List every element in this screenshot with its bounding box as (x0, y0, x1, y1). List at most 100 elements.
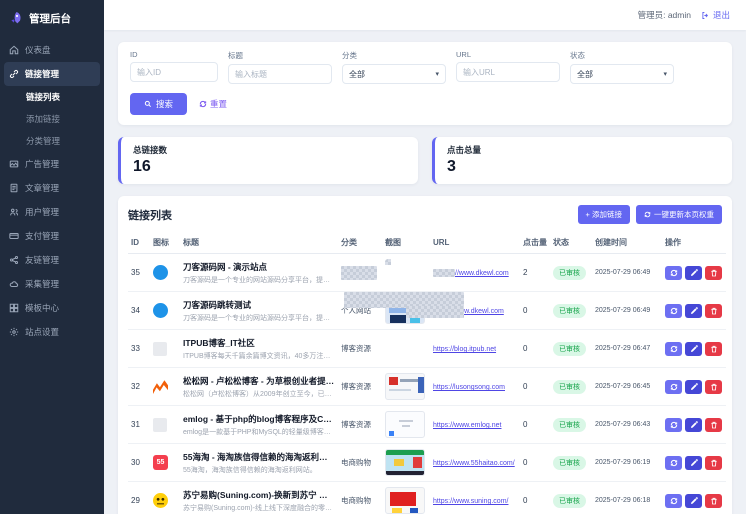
refresh-icon (670, 421, 678, 429)
trash-icon (710, 269, 718, 277)
edit-pencil-icon (690, 497, 698, 505)
link-icon (9, 69, 19, 79)
link-title: ITPUB博客_IT社区 (183, 337, 335, 349)
link-title: 55海淘 - 海淘族信得信赖的海淘返利网站 (183, 451, 335, 463)
sidebar-item-label: 采集管理 (25, 278, 59, 290)
sidebar-subitem-添加链接[interactable]: 添加链接 (0, 108, 104, 130)
column-header: 截图 (382, 232, 430, 254)
url-filter-input[interactable] (456, 62, 560, 82)
search-button[interactable]: 搜索 (130, 93, 187, 115)
template-icon (9, 303, 19, 313)
refresh-row-button[interactable] (665, 380, 682, 394)
cell-clicks: 2 (520, 254, 550, 292)
delete-row-button[interactable] (705, 380, 722, 394)
link-screenshot-thumbnail (385, 259, 425, 286)
edit-pencil-icon (690, 459, 698, 467)
ad-icon (9, 159, 19, 169)
cell-id: 30 (128, 444, 150, 482)
sidebar-subitem-链接列表[interactable]: 链接列表 (0, 86, 104, 108)
title-filter-input[interactable] (228, 64, 332, 84)
collect-icon (9, 279, 19, 289)
logout-button[interactable]: 退出 (701, 9, 730, 21)
link-url[interactable]: https://blog.itpub.net (433, 346, 496, 353)
sidebar-item-采集管理[interactable]: 采集管理 (0, 272, 104, 296)
delete-row-button[interactable] (705, 304, 722, 318)
sidebar-item-广告管理[interactable]: 广告管理 (0, 152, 104, 176)
refresh-row-button[interactable] (665, 342, 682, 356)
refresh-row-button[interactable] (665, 418, 682, 432)
link-subtitle: ITPUB博客每天千篇余篇博文资讯，40多万注册博主，为I.. (183, 351, 335, 361)
status-filter-select[interactable]: 全部▾ (570, 64, 674, 84)
link-url[interactable]: https://www.55haitao.com/ (433, 460, 515, 467)
cell-clicks: 0 (520, 444, 550, 482)
trash-icon (710, 345, 718, 353)
sidebar-item-label: 广告管理 (25, 158, 59, 170)
link-url[interactable]: https://www.suning.com/ (433, 498, 508, 505)
link-subtitle: emlog是一款基于PHP和MySQL的轻量级博客及CMS建.. (183, 427, 335, 437)
cell-clicks: 0 (520, 292, 550, 330)
delete-row-button[interactable] (705, 418, 722, 432)
status-badge: 已审核 (553, 304, 586, 318)
search-icon (144, 100, 152, 108)
status-badge: 已审核 (553, 380, 586, 394)
link-title: emlog - 基于php的blog博客程序及CMS建站系统 (183, 413, 335, 425)
refresh-row-button[interactable] (665, 456, 682, 470)
refresh-icon (670, 307, 678, 315)
cell-id: 34 (128, 292, 150, 330)
refresh-row-button[interactable] (665, 266, 682, 280)
cell-category: 电商购物 (338, 482, 382, 514)
filter-fields: ID标题分类全部▾URL状态全部▾ (130, 50, 720, 84)
add-link-button[interactable]: + 添加链接 (578, 205, 630, 224)
cell-created-time: 2025-07-29 06:45 (592, 368, 662, 406)
status-badge: 已审核 (553, 494, 586, 508)
sidebar-item-模板中心[interactable]: 模板中心 (0, 296, 104, 320)
refresh-row-button[interactable] (665, 304, 682, 318)
column-header: 状态 (550, 232, 592, 254)
stat-label: 总链接数 (133, 144, 406, 156)
link-url[interactable]: //www.dkewl.com (433, 270, 509, 277)
sidebar-item-文章管理[interactable]: 文章管理 (0, 176, 104, 200)
sidebar-item-支付管理[interactable]: 支付管理 (0, 224, 104, 248)
filter-label: 分类 (342, 50, 446, 61)
refresh-row-button[interactable] (665, 494, 682, 508)
sidebar-menu: 仪表盘链接管理链接列表添加链接分类管理广告管理文章管理用户管理支付管理友链管理采… (0, 38, 104, 344)
sidebar-item-站点设置[interactable]: 站点设置 (0, 320, 104, 344)
status-badge: 已审核 (553, 342, 586, 356)
sidebar-subitem-分类管理[interactable]: 分类管理 (0, 130, 104, 152)
delete-row-button[interactable] (705, 342, 722, 356)
none-icon (153, 342, 167, 356)
link-url[interactable]: https://www.emlog.net (433, 422, 501, 429)
sidebar: 管理后台 仪表盘链接管理链接列表添加链接分类管理广告管理文章管理用户管理支付管理… (0, 0, 104, 514)
sidebar-item-label: 链接管理 (25, 68, 59, 80)
sidebar-item-链接管理[interactable]: 链接管理 (4, 62, 100, 86)
id-filter-input[interactable] (130, 62, 218, 82)
delete-row-button[interactable] (705, 494, 722, 508)
refresh-icon (670, 459, 678, 467)
edit-row-button[interactable] (685, 380, 702, 394)
edit-row-button[interactable] (685, 418, 702, 432)
edit-row-button[interactable] (685, 342, 702, 356)
delete-row-button[interactable] (705, 266, 722, 280)
status-badge: 已审核 (553, 456, 586, 470)
refresh-icon (670, 497, 678, 505)
table-row: 35 刀客源码网 - 演示站点 刀客源码是一个专业的网站源码分享平台，提供各种精… (128, 254, 726, 292)
cell-created-time: 2025-07-29 06:49 (592, 292, 662, 330)
table-row: 32 松松网 - 卢松松博客 - 为草根创业者提供网络推广知识 松松网（卢松松博… (128, 368, 726, 406)
logout-icon (701, 11, 710, 20)
link-screenshot-thumbnail (385, 449, 425, 476)
link-url[interactable]: https://lusongsong.com (433, 384, 505, 391)
edit-row-button[interactable] (685, 494, 702, 508)
sidebar-item-仪表盘[interactable]: 仪表盘 (0, 38, 104, 62)
reset-button[interactable]: 重置 (199, 98, 227, 110)
sidebar-item-友链管理[interactable]: 友链管理 (0, 248, 104, 272)
edit-row-button[interactable] (685, 456, 702, 470)
category-filter-select[interactable]: 全部▾ (342, 64, 446, 84)
update-weight-button[interactable]: 一键更新本页权重 (636, 205, 722, 224)
sidebar-item-用户管理[interactable]: 用户管理 (0, 200, 104, 224)
delete-row-button[interactable] (705, 456, 722, 470)
cell-created-time: 2025-07-29 06:49 (592, 254, 662, 292)
edit-row-button[interactable] (685, 266, 702, 280)
link-title: 松松网 - 卢松松博客 - 为草根创业者提供网络推广知识 (183, 375, 335, 387)
edit-row-button[interactable] (685, 304, 702, 318)
filter-label: 状态 (570, 50, 674, 61)
